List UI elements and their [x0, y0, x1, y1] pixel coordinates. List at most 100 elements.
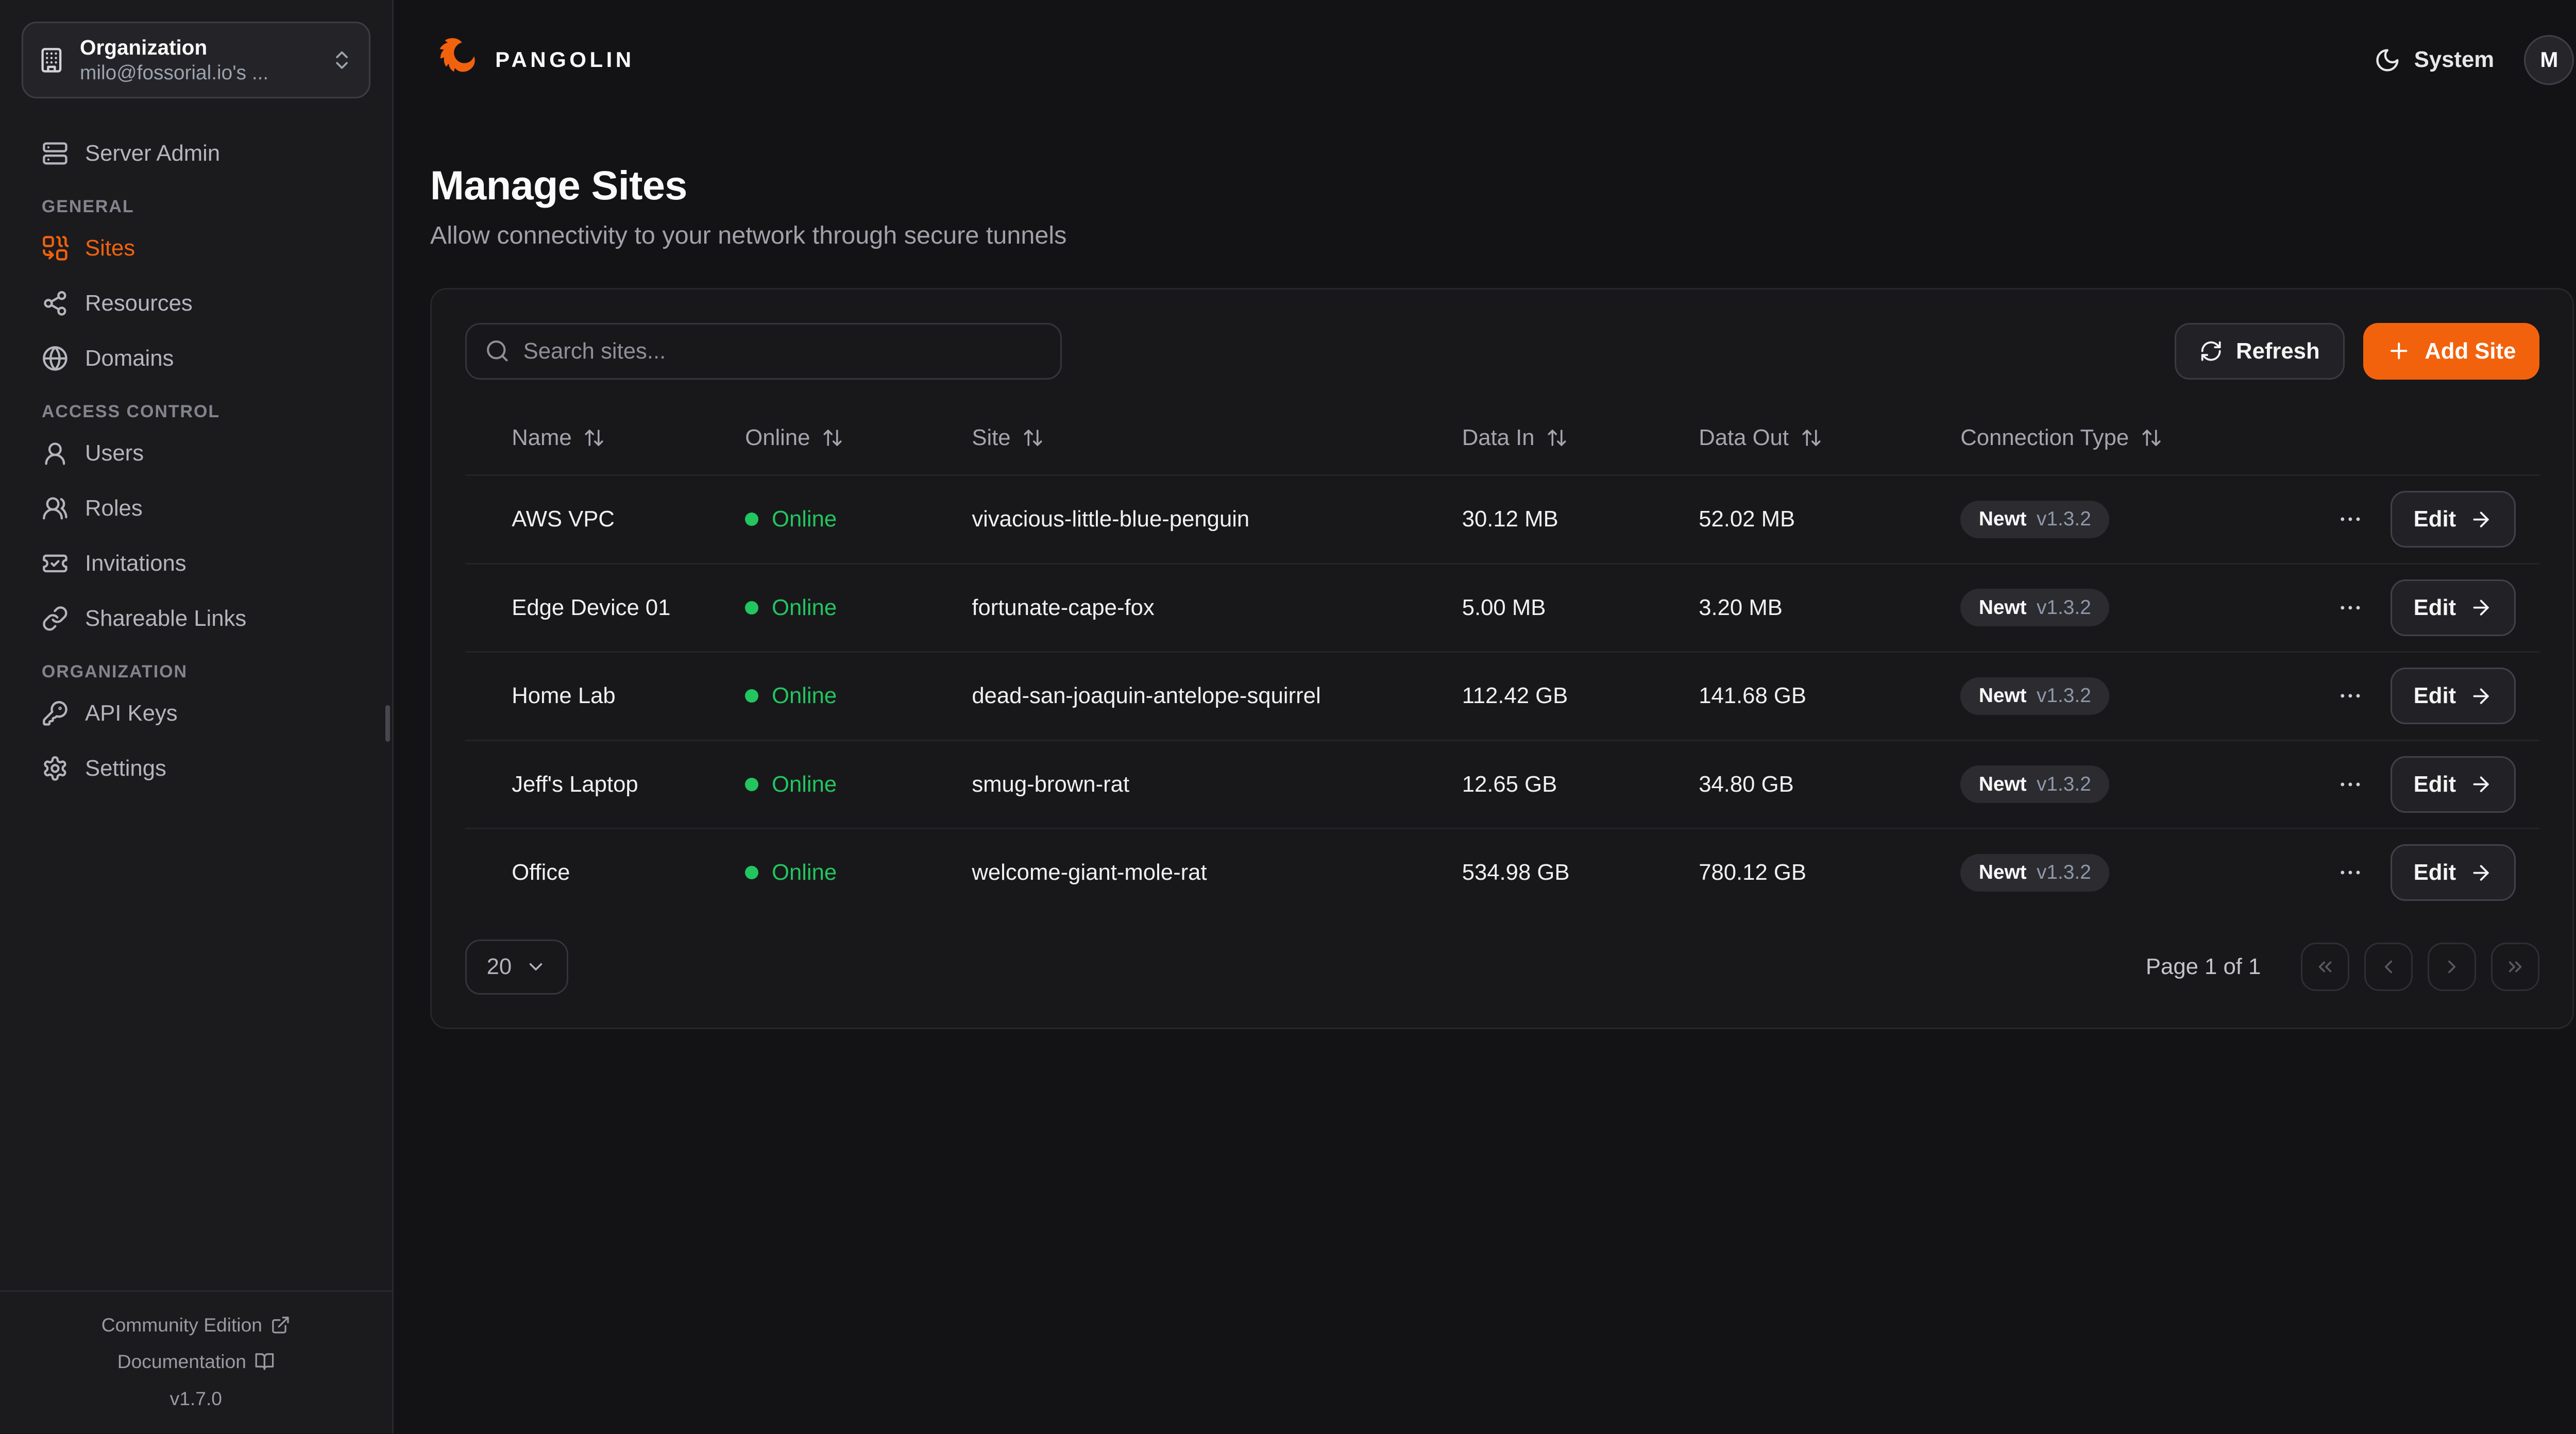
chevron-down-icon [525, 956, 547, 978]
site-data-in: 12.65 GB [1462, 772, 1699, 797]
column-header-name[interactable]: Name [512, 425, 605, 451]
next-page-button[interactable] [2428, 943, 2476, 991]
sidebar-item-api-keys[interactable]: API Keys [22, 693, 370, 733]
sidebar: Organization milo@fossorial.io's ... Ser… [0, 0, 394, 1433]
page-size-select[interactable]: 20 [465, 940, 569, 995]
sidebar-item-invitations[interactable]: Invitations [22, 543, 370, 584]
chevron-right-icon [2441, 956, 2463, 978]
search-icon [485, 338, 510, 364]
sort-icon [1801, 427, 1822, 449]
site-connection-type: Newtv1.3.2 [1960, 677, 2294, 715]
sidebar-item-label: Invitations [85, 551, 187, 576]
edit-button[interactable]: Edit [2391, 579, 2516, 636]
sidebar-scrollbar-thumb[interactable] [385, 705, 391, 742]
online-dot-icon [745, 778, 758, 791]
org-selector-label: Organization [80, 36, 315, 60]
documentation-link[interactable]: Documentation [0, 1343, 392, 1380]
connection-type-badge: Newtv1.3.2 [1960, 677, 2109, 715]
column-header-out[interactable]: Data Out [1699, 425, 1822, 451]
external-link-icon [270, 1315, 291, 1335]
edit-button[interactable]: Edit [2391, 668, 2516, 724]
row-menu-button[interactable] [2337, 506, 2364, 533]
combine-icon [42, 235, 69, 262]
top-bar: PANGOLIN System M [394, 0, 2576, 120]
arrow-right-icon [2469, 508, 2493, 531]
site-data-out: 780.12 GB [1699, 860, 1960, 885]
sort-icon [1022, 427, 1044, 449]
sidebar-item-label: Users [85, 440, 144, 466]
last-page-button[interactable] [2491, 943, 2539, 991]
plus-icon [2386, 338, 2412, 364]
row-menu-button[interactable] [2337, 771, 2364, 798]
site-row: Jeff's LaptopOnlinesmug-brown-rat12.65 G… [465, 740, 2539, 828]
refresh-button[interactable]: Refresh [2175, 323, 2345, 380]
row-menu-button[interactable] [2337, 859, 2364, 886]
search-input[interactable] [523, 338, 1042, 364]
site-connection-type: Newtv1.3.2 [1960, 589, 2294, 626]
site-data-out: 3.20 MB [1699, 595, 1960, 621]
site-name: Home Lab [512, 683, 745, 709]
chevron-left-icon [2378, 956, 2399, 978]
site-name: AWS VPC [512, 506, 745, 532]
edit-button[interactable]: Edit [2391, 491, 2516, 548]
sidebar-item-settings[interactable]: Settings [22, 748, 370, 789]
org-selector[interactable]: Organization milo@fossorial.io's ... [22, 22, 370, 98]
edit-button[interactable]: Edit [2391, 756, 2516, 813]
site-data-in: 112.42 GB [1462, 683, 1699, 709]
sidebar-item-label: API Keys [85, 701, 178, 726]
avatar[interactable]: M [2524, 35, 2574, 85]
row-menu-button[interactable] [2337, 682, 2364, 709]
sidebar-item-server-admin[interactable]: Server Admin [22, 133, 370, 174]
server-icon [42, 140, 69, 167]
column-header-conn[interactable]: Connection Type [1960, 425, 2162, 451]
sort-icon [822, 427, 843, 449]
edit-button[interactable]: Edit [2391, 844, 2516, 901]
arrow-right-icon [2469, 773, 2493, 796]
arrow-right-icon [2469, 685, 2493, 708]
chevrons-right-icon [2504, 956, 2526, 978]
community-edition-link[interactable]: Community Edition [0, 1307, 392, 1343]
main-area: PANGOLIN System M Manage Sites Allow con… [394, 0, 2576, 1433]
site-data-in: 5.00 MB [1462, 595, 1699, 621]
prev-page-button[interactable] [2364, 943, 2413, 991]
page-subtitle: Allow connectivity to your network throu… [430, 221, 2574, 250]
building-icon [38, 47, 65, 74]
page-title: Manage Sites [430, 162, 2574, 209]
users-icon [42, 495, 69, 522]
sidebar-section-header: ORGANIZATION [42, 662, 350, 682]
sidebar-section-header: GENERAL [42, 197, 350, 217]
user-icon [42, 440, 69, 467]
sort-icon [2141, 427, 2162, 449]
pangolin-logo-icon [430, 35, 480, 85]
row-menu-button[interactable] [2337, 594, 2364, 621]
first-page-button[interactable] [2301, 943, 2349, 991]
site-data-out: 34.80 GB [1699, 772, 1960, 797]
key-icon [42, 700, 69, 727]
site-status: Online [745, 683, 972, 709]
sidebar-section-header: ACCESS CONTROL [42, 402, 350, 422]
column-header-online[interactable]: Online [745, 425, 843, 451]
globe-icon [42, 345, 69, 372]
sidebar-item-sites[interactable]: Sites [22, 228, 370, 268]
sidebar-item-roles[interactable]: Roles [22, 488, 370, 528]
sidebar-item-label: Resources [85, 291, 193, 316]
sidebar-item-users[interactable]: Users [22, 434, 370, 474]
theme-toggle[interactable]: System [2374, 47, 2494, 74]
community-edition-label: Community Edition [101, 1314, 262, 1336]
site-status: Online [745, 860, 972, 885]
column-header-site[interactable]: Site [972, 425, 1044, 451]
sidebar-item-resources[interactable]: Resources [22, 283, 370, 323]
page-content: Manage Sites Allow connectivity to your … [394, 120, 2576, 1029]
column-header-in[interactable]: Data In [1462, 425, 1568, 451]
share-icon [42, 290, 69, 317]
brand[interactable]: PANGOLIN [430, 35, 635, 85]
site-status: Online [745, 506, 972, 532]
sidebar-item-domains[interactable]: Domains [22, 338, 370, 379]
sidebar-item-shareable-links[interactable]: Shareable Links [22, 599, 370, 639]
sidebar-nav: Server Admin GENERAL Sites Resources Domains… [22, 133, 370, 789]
ticket-icon [42, 550, 69, 577]
site-row: Home LabOnlinedead-san-joaquin-antelope-… [465, 651, 2539, 740]
toolbar: Refresh Add Site [465, 323, 2539, 380]
theme-label: System [2414, 47, 2494, 73]
add-site-button[interactable]: Add Site [2363, 323, 2539, 380]
